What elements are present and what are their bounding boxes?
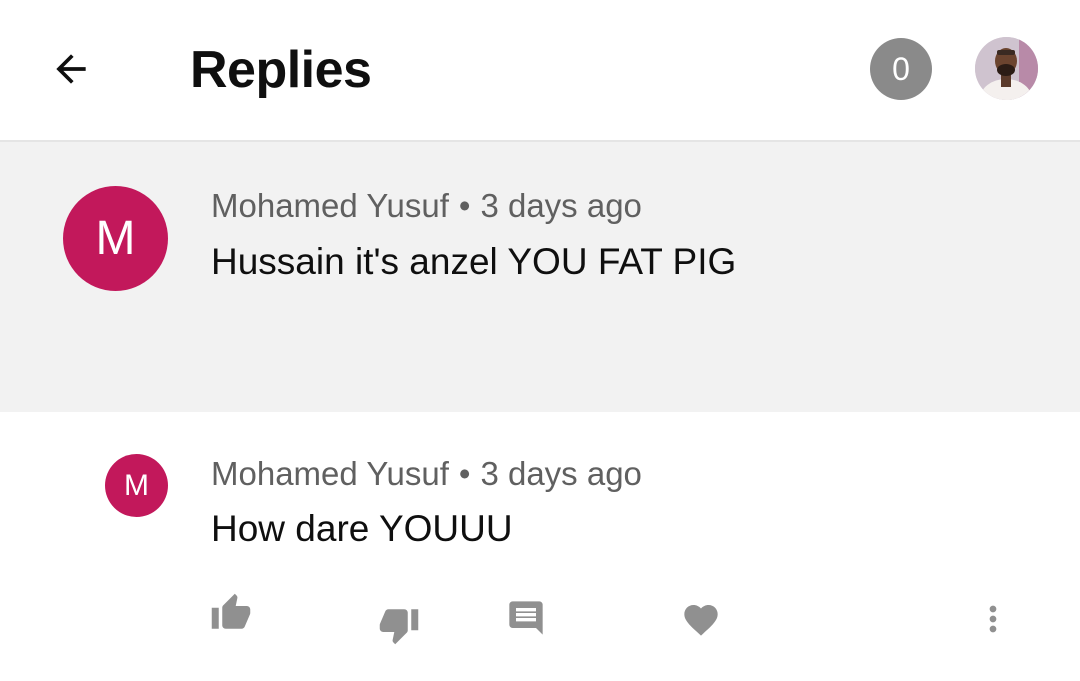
reply-button[interactable]: [506, 598, 546, 638]
comment-meta: Mohamed Yusuf • 3 days ago: [211, 454, 642, 494]
like-button[interactable]: [210, 592, 252, 634]
arrow-left-icon: [56, 54, 86, 84]
comment-meta: Mohamed Yusuf • 3 days ago: [211, 186, 642, 226]
comment-author[interactable]: Mohamed Yusuf: [211, 187, 449, 224]
profile-avatar[interactable]: [975, 37, 1038, 100]
comment-text: Hussain it's anzel YOU FAT PIG: [211, 241, 737, 282]
more-options-button[interactable]: [973, 598, 1013, 640]
profile-photo: [975, 37, 1038, 100]
thumb-up-icon: [211, 593, 251, 629]
thumb-down-icon: [379, 609, 419, 645]
heart-icon: [684, 605, 718, 636]
comment-time: 3 days ago: [480, 187, 642, 224]
heart-button[interactable]: [681, 600, 721, 640]
meta-separator: •: [458, 187, 471, 224]
comment-icon: [509, 601, 543, 635]
more-vertical-icon: [989, 605, 997, 633]
page-title: Replies: [190, 41, 372, 99]
app-header: Replies 0: [0, 0, 1080, 142]
avatar[interactable]: M: [63, 186, 168, 291]
notification-badge[interactable]: 0: [870, 38, 932, 100]
comment-author[interactable]: Mohamed Yusuf: [211, 455, 449, 492]
comment-text: How dare YOUUU: [211, 508, 513, 549]
reply-comment: M Mohamed Yusuf • 3 days ago How dare YOUU…: [0, 412, 1080, 679]
meta-separator: •: [458, 455, 471, 492]
comment-time: 3 days ago: [480, 455, 642, 492]
back-button[interactable]: [38, 36, 104, 102]
comment-highlighted: M Mohamed Yusuf • 3 days ago Hussain it's …: [0, 142, 1080, 517]
avatar[interactable]: M: [105, 454, 168, 517]
dislike-button[interactable]: [378, 604, 420, 646]
